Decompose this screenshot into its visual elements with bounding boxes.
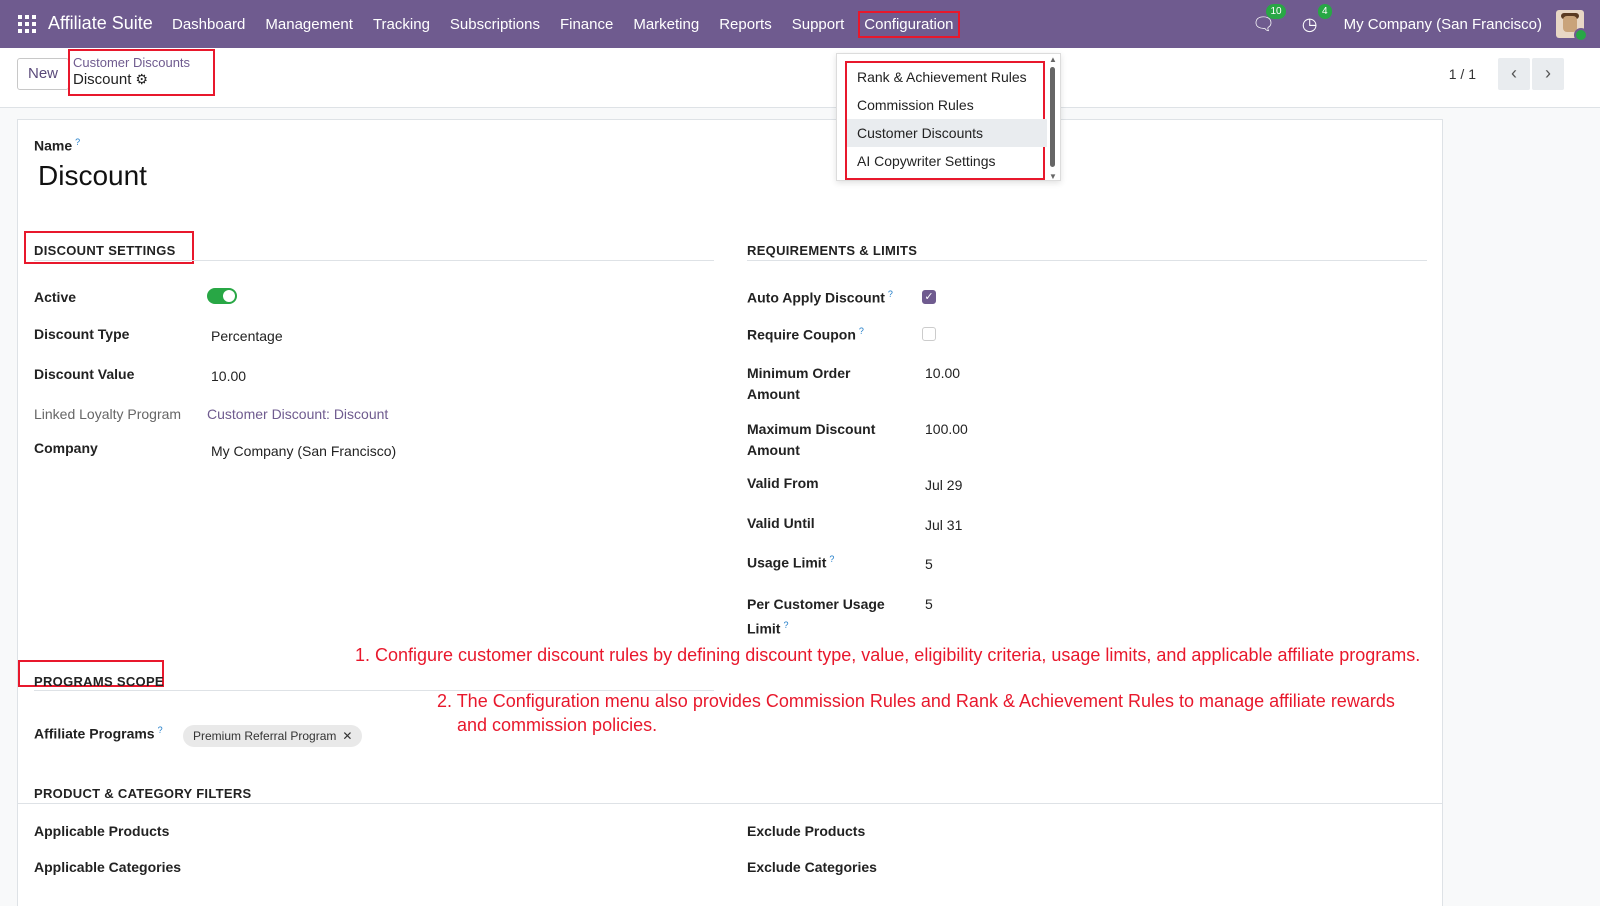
annotation-note-2-line-2: and commission policies.: [457, 715, 658, 735]
affiliate-program-tag: Premium Referral Program ✕: [183, 725, 363, 747]
valid-until-label: Valid Until: [747, 515, 815, 531]
menu-marketing[interactable]: Marketing: [633, 16, 699, 33]
menu-tracking[interactable]: Tracking: [373, 16, 430, 33]
min-order-field[interactable]: 10.00: [925, 365, 960, 381]
main-menu: Dashboard Management Tracking Subscripti…: [172, 0, 978, 48]
linked-loyalty-link[interactable]: Customer Discount: Discount: [207, 406, 388, 422]
apps-grid-icon[interactable]: [18, 15, 36, 33]
name-label: Name?: [34, 137, 81, 154]
valid-from-field[interactable]: Jul 29: [925, 477, 962, 493]
new-button[interactable]: New: [17, 58, 69, 90]
menu-finance[interactable]: Finance: [560, 16, 613, 33]
pager-value[interactable]: 1 / 1: [1449, 66, 1476, 82]
chevron-right-icon: ›: [1545, 63, 1551, 83]
activities-badge: 4: [1318, 4, 1332, 19]
annotation-note-2-line-1: 2. The Configuration menu also provides …: [437, 691, 1395, 711]
max-discount-label: Maximum Discount Amount: [747, 421, 876, 458]
usage-limit-label: Usage Limit?: [747, 554, 835, 571]
dropdown-highlight-box: Rank & Achievement Rules Commission Rule…: [845, 61, 1047, 180]
breadcrumb-current: Discount: [73, 71, 132, 88]
messages-badge: 10: [1266, 4, 1286, 19]
discount-value-field[interactable]: 10.00: [211, 368, 246, 384]
discount-type-label: Discount Type: [34, 326, 130, 342]
company-label: Company: [34, 440, 98, 456]
discount-type-field[interactable]: Percentage: [211, 328, 283, 344]
per-customer-field[interactable]: 5: [925, 596, 933, 612]
top-navbar: Affiliate Suite Dashboard Management Tra…: [0, 0, 1600, 48]
control-panel: New Customer Discounts Discount ⚙ 1 / 1 ‹…: [0, 48, 1600, 108]
auto-apply-label: Auto Apply Discount?: [747, 289, 893, 306]
scroll-down-icon: ▼: [1049, 172, 1057, 181]
menu-configuration[interactable]: Configuration: [858, 10, 960, 38]
min-order-label: Minimum Order Amount: [747, 365, 851, 402]
breadcrumb-parent[interactable]: Customer Discounts: [73, 55, 210, 70]
app-brand[interactable]: Affiliate Suite: [48, 13, 153, 34]
max-discount-field[interactable]: 100.00: [925, 421, 968, 437]
menu-dashboard[interactable]: Dashboard: [172, 16, 245, 33]
menu-management[interactable]: Management: [265, 16, 353, 33]
section-requirements: REQUIREMENTS & LIMITS: [747, 243, 918, 258]
per-customer-label: Per Customer Usage Limit?: [747, 596, 885, 637]
menu-reports[interactable]: Reports: [719, 16, 772, 33]
section-discount-settings: DISCOUNT SETTINGS: [34, 243, 176, 258]
name-field[interactable]: Discount: [38, 160, 147, 192]
annotation-note-1: 1. Configure customer discount rules by …: [355, 645, 1421, 665]
require-coupon-checkbox[interactable]: [922, 327, 936, 341]
dropdown-scrollbar[interactable]: ▲ ▼: [1049, 55, 1057, 181]
linked-loyalty-label: Linked Loyalty Program: [34, 406, 182, 422]
affiliate-programs-label: Affiliate Programs?: [34, 725, 163, 742]
exclude-categories-label: Exclude Categories: [747, 859, 877, 875]
applicable-categories-label: Applicable Categories: [34, 859, 182, 875]
scroll-up-icon: ▲: [1049, 55, 1057, 64]
menu-subscriptions[interactable]: Subscriptions: [450, 16, 540, 33]
active-toggle[interactable]: [207, 288, 237, 304]
auto-apply-checkbox[interactable]: ✓: [922, 290, 936, 304]
clock-icon: ◷: [1301, 14, 1318, 34]
user-avatar[interactable]: [1556, 10, 1588, 42]
activities-button[interactable]: ◷ 4: [1298, 4, 1332, 36]
exclude-products-label: Exclude Products: [747, 823, 866, 839]
section-filters: PRODUCT & CATEGORY FILTERS: [34, 786, 252, 801]
configuration-dropdown: Rank & Achievement Rules Commission Rule…: [836, 53, 1061, 181]
messages-button[interactable]: 🗨 10: [1252, 4, 1286, 36]
pager-next-button[interactable]: ›: [1532, 58, 1564, 90]
pager-previous-button[interactable]: ‹: [1498, 58, 1530, 90]
section-programs-scope: PROGRAMS SCOPE: [34, 674, 164, 689]
gear-icon[interactable]: ⚙: [135, 71, 148, 88]
breadcrumb: Customer Discounts Discount ⚙: [68, 49, 215, 96]
valid-until-field[interactable]: Jul 31: [925, 517, 962, 533]
require-coupon-label: Require Coupon?: [747, 326, 864, 343]
dropdown-item-rank-rules[interactable]: Rank & Achievement Rules: [847, 63, 1047, 91]
dropdown-item-ai-copywriter[interactable]: AI Copywriter Settings: [847, 147, 1047, 175]
company-field[interactable]: My Company (San Francisco): [211, 443, 396, 459]
valid-from-label: Valid From: [747, 475, 819, 491]
discount-value-label: Discount Value: [34, 366, 135, 382]
dropdown-item-customer-discounts[interactable]: Customer Discounts: [847, 119, 1047, 147]
topbar-right: 🗨 10 ◷ 4 My Company (San Francisco): [1252, 0, 1600, 48]
remove-tag-icon[interactable]: ✕: [342, 729, 352, 743]
company-switcher[interactable]: My Company (San Francisco): [1344, 16, 1542, 33]
menu-support[interactable]: Support: [792, 16, 845, 33]
applicable-products-label: Applicable Products: [34, 823, 170, 839]
active-label: Active: [34, 289, 77, 305]
dropdown-item-commission-rules[interactable]: Commission Rules: [847, 91, 1047, 119]
usage-limit-field[interactable]: 5: [925, 556, 933, 572]
chevron-left-icon: ‹: [1511, 63, 1517, 83]
